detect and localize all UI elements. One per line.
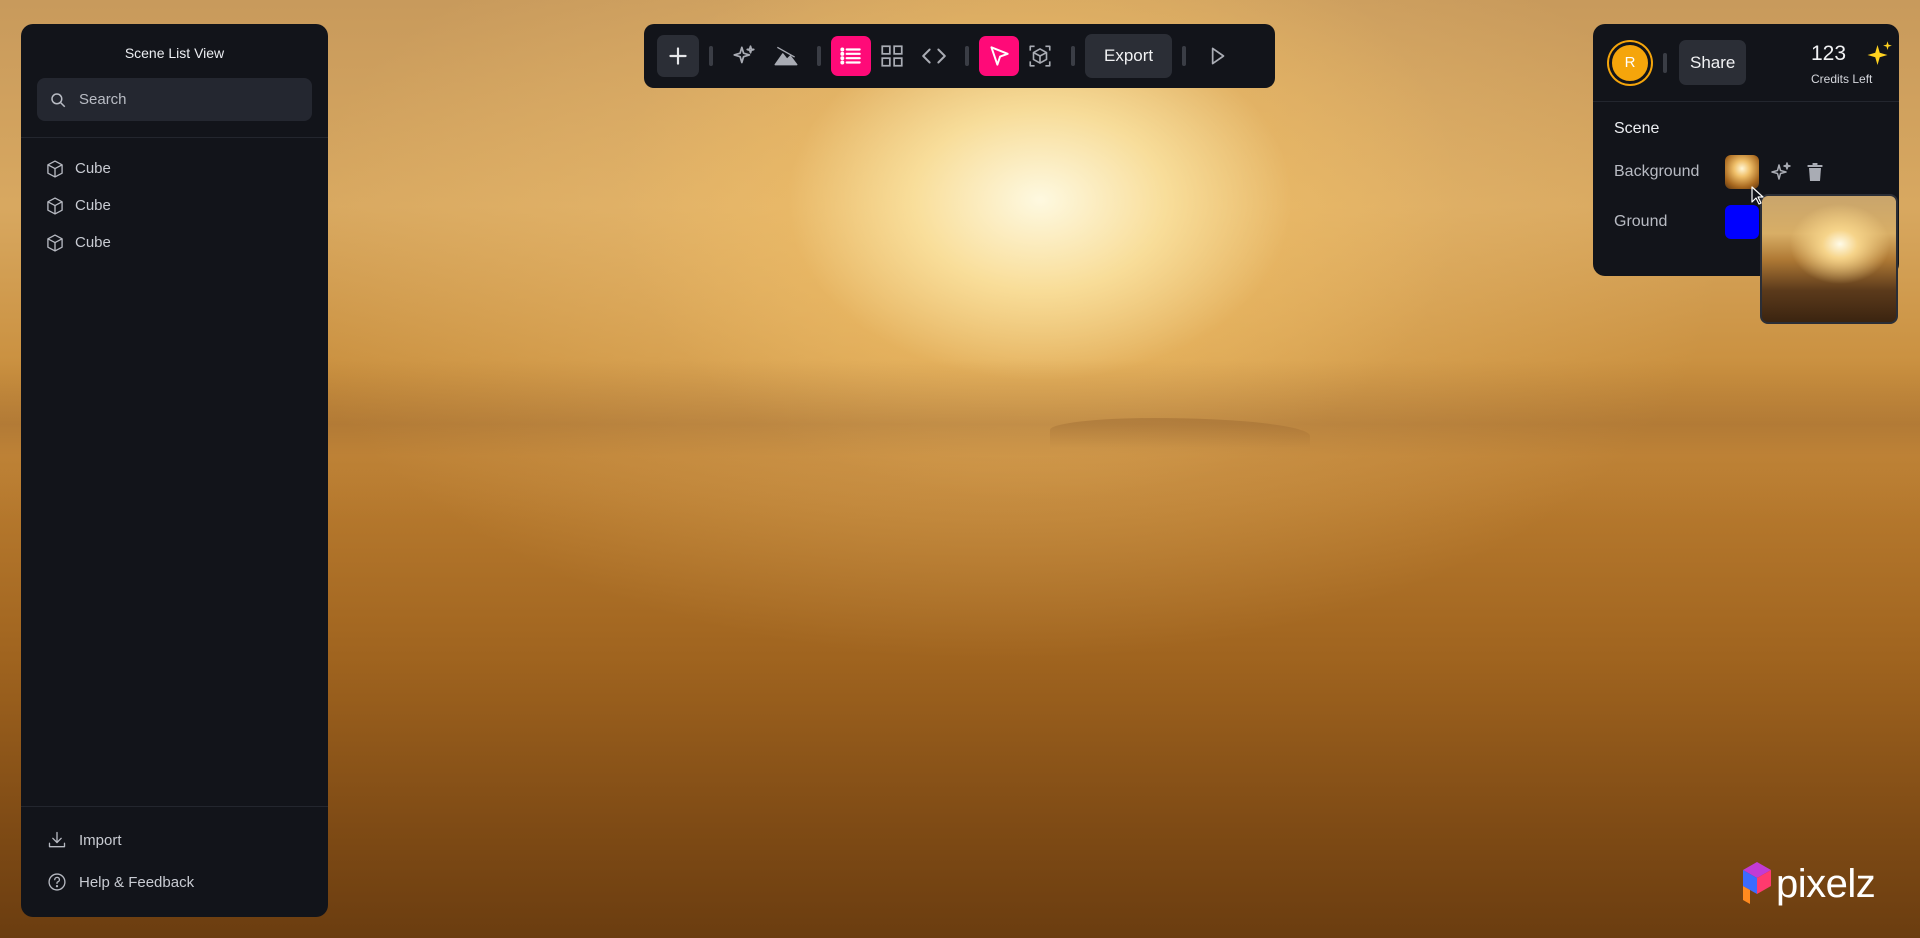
- background-preview: [1760, 194, 1898, 324]
- background-thumbnail[interactable]: [1725, 155, 1759, 189]
- panel-title: Scene List View: [124, 45, 225, 61]
- help-label: Help & Feedback: [79, 873, 195, 891]
- share-button[interactable]: Share: [1679, 40, 1747, 85]
- play-icon: [1211, 47, 1225, 65]
- toolbar-separator: [1071, 46, 1075, 66]
- terrain-icon: [774, 46, 798, 66]
- account-bar: R Share 123 Credits Left: [1593, 24, 1899, 102]
- ground-color-swatch[interactable]: [1725, 205, 1759, 239]
- sparkle-icon: [733, 45, 755, 64]
- search-icon: [51, 92, 66, 107]
- import-button[interactable]: Import: [21, 819, 328, 861]
- mouse-cursor-icon: [1751, 186, 1764, 205]
- credits-counter: 123 Credits Left: [1811, 41, 1893, 86]
- list-icon: [840, 47, 861, 65]
- select-arrow-icon: [990, 46, 1009, 66]
- credits-value: 123: [1811, 42, 1847, 65]
- list-item[interactable]: Cube: [21, 187, 328, 224]
- sparkle-icon[interactable]: [1769, 160, 1793, 184]
- section-title: Scene: [1614, 120, 1660, 137]
- scene-list-panel: Scene List View Cube Cube Cube Import He…: [21, 24, 328, 917]
- scene-tree: Cube Cube Cube: [21, 138, 328, 806]
- sparkle-icon: [1867, 41, 1892, 65]
- panel-footer: Import Help & Feedback: [21, 806, 328, 917]
- toolbar-separator: [817, 46, 821, 66]
- logo-text: pixelz: [1776, 862, 1876, 906]
- cube-icon: [47, 196, 63, 215]
- cube-icon: [47, 159, 63, 178]
- box-transform-icon: [1029, 45, 1051, 67]
- list-item[interactable]: Cube: [21, 224, 328, 261]
- list-item-label: Cube: [75, 234, 111, 251]
- pixelz-logo-icon: [1743, 862, 1771, 904]
- plus-icon: [669, 47, 687, 65]
- cube-icon: [47, 233, 63, 252]
- list-item-label: Cube: [75, 160, 111, 177]
- ai-generate-button[interactable]: [723, 35, 765, 77]
- list-view-button[interactable]: [831, 36, 871, 76]
- code-view-button[interactable]: [913, 35, 955, 77]
- toolbar-separator: [709, 46, 713, 66]
- background-label: Background: [1614, 163, 1700, 180]
- add-button[interactable]: [657, 35, 699, 77]
- list-item[interactable]: Cube: [21, 150, 328, 187]
- list-item-label: Cube: [75, 197, 111, 214]
- help-icon: [48, 873, 66, 891]
- export-button[interactable]: Export: [1085, 34, 1173, 78]
- search-box[interactable]: [37, 78, 312, 121]
- transform-tool-button[interactable]: [1019, 35, 1061, 77]
- main-toolbar: Export: [644, 24, 1275, 88]
- avatar[interactable]: R: [1609, 41, 1651, 84]
- select-tool-button[interactable]: [979, 36, 1019, 76]
- grid-view-button[interactable]: [871, 35, 913, 77]
- help-feedback-button[interactable]: Help & Feedback: [21, 861, 328, 903]
- search-input[interactable]: [79, 91, 289, 108]
- import-label: Import: [79, 831, 122, 849]
- play-button[interactable]: [1196, 35, 1238, 77]
- toolbar-separator: [1182, 46, 1187, 66]
- credits-label: Credits Left: [1811, 72, 1873, 86]
- download-icon: [48, 831, 66, 848]
- brand-logo: pixelz: [1741, 860, 1876, 908]
- environment-button[interactable]: [765, 35, 807, 77]
- grid-icon: [881, 45, 903, 67]
- code-icon: [922, 48, 946, 64]
- trash-icon[interactable]: [1803, 160, 1827, 184]
- toolbar-separator: [965, 46, 969, 66]
- background-row: Background: [1614, 155, 1899, 189]
- toolbar-separator: [1663, 52, 1667, 73]
- ground-label: Ground: [1614, 213, 1668, 230]
